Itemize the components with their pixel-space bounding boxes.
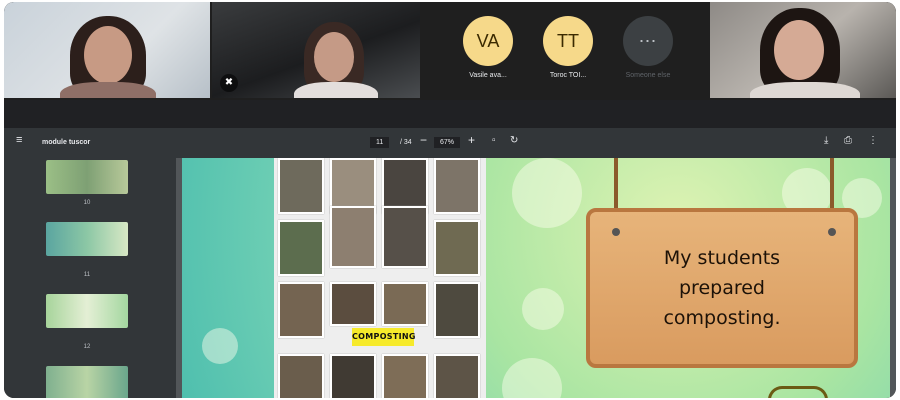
page-number-input[interactable]: 11 [370,137,390,148]
document-title: module tuscor [42,139,91,146]
participant-body [750,82,860,98]
wooden-sign: My students prepared composting. [586,208,858,368]
participant-avatar-tt[interactable]: TT Toroc TOI... [528,16,608,79]
participant-face [84,26,132,84]
avatar: TT [543,16,593,66]
photo [278,282,324,338]
more-label: Someone else [625,72,671,79]
photo [434,354,480,398]
participant-body [60,82,156,98]
photo [434,282,480,338]
thumbnail-page-10[interactable] [46,160,128,194]
sign-rope [830,158,834,214]
more-icon: ⋯ [623,16,673,66]
thumbnail-sidebar: 10 11 12 [4,158,176,398]
nail-icon [612,228,620,236]
photo [278,354,324,398]
photo [330,206,376,268]
participant-face [774,20,824,80]
more-participants[interactable]: ⋯ Someone else [608,16,688,79]
rotate-icon[interactable]: ↻ [510,135,518,146]
photo [278,158,324,214]
participant-video-2[interactable]: ✖ [212,2,420,98]
sign-line: composting. [663,307,781,329]
photo [330,354,376,398]
sign-line: My students [663,247,781,269]
bokeh-circle [512,158,582,228]
pdf-toolbar: ≡ module tuscor 11 / 34 − 67% + ▫ ↻ ⤓ ⎙ … [4,128,896,158]
fit-page-icon[interactable]: ▫ [492,135,496,146]
thumbnail-number: 10 [83,200,91,206]
photo [330,282,376,326]
participant-video-1[interactable] [4,2,210,98]
photo [434,220,480,276]
participant-name: Vasile ava... [469,72,507,79]
participant-face [314,32,354,82]
slide-page: COMPOSTING My students prepared composti… [182,158,890,398]
sign-rope [614,158,618,214]
composting-badge: COMPOSTING [352,328,415,346]
participant-name: Toroc TOI... [549,72,587,79]
thumbnail-page-12[interactable] [46,294,128,328]
thumbnail-page-13[interactable] [46,366,128,398]
document-viewer[interactable]: COMPOSTING My students prepared composti… [176,158,896,398]
photo [382,354,428,398]
photo [434,158,480,214]
zoom-out-button[interactable]: − [420,133,427,147]
bokeh-circle [502,358,562,398]
bokeh-circle [202,328,238,364]
page-count: / 34 [400,139,412,146]
sign-line: prepared [678,277,765,299]
thumbnail-page-11[interactable] [46,222,128,256]
download-icon[interactable]: ⤓ [824,135,828,146]
photo [382,282,428,326]
bokeh-circle [522,288,564,330]
menu-icon[interactable]: ≡ [16,134,22,146]
participant-avatar-va[interactable]: VA Vasile ava... [448,16,528,79]
zoom-in-button[interactable]: + [468,133,475,147]
participant-body [294,82,378,98]
photo [382,206,428,268]
thumbnail-number: 11 [83,272,91,278]
print-icon[interactable]: ⎙ [844,135,852,146]
participants-strip: ✖ VA Vasile ava... TT Toroc TOI... ⋯ Som… [4,2,896,100]
avatar: VA [463,16,513,66]
meeting-window: ✖ VA Vasile ava... TT Toroc TOI... ⋯ Som… [4,2,896,398]
photo-collage: COMPOSTING [274,158,486,398]
nail-icon [828,228,836,236]
photo [278,220,324,276]
sign-text: My students prepared composting. [663,243,780,333]
more-options-icon[interactable]: ⋮ [868,135,878,146]
mic-muted-icon: ✖ [220,74,238,92]
thumbnail-number: 12 [83,344,91,350]
participant-video-3[interactable] [710,2,896,98]
zoom-input[interactable]: 67% [434,137,461,148]
basket-icon [768,386,828,398]
